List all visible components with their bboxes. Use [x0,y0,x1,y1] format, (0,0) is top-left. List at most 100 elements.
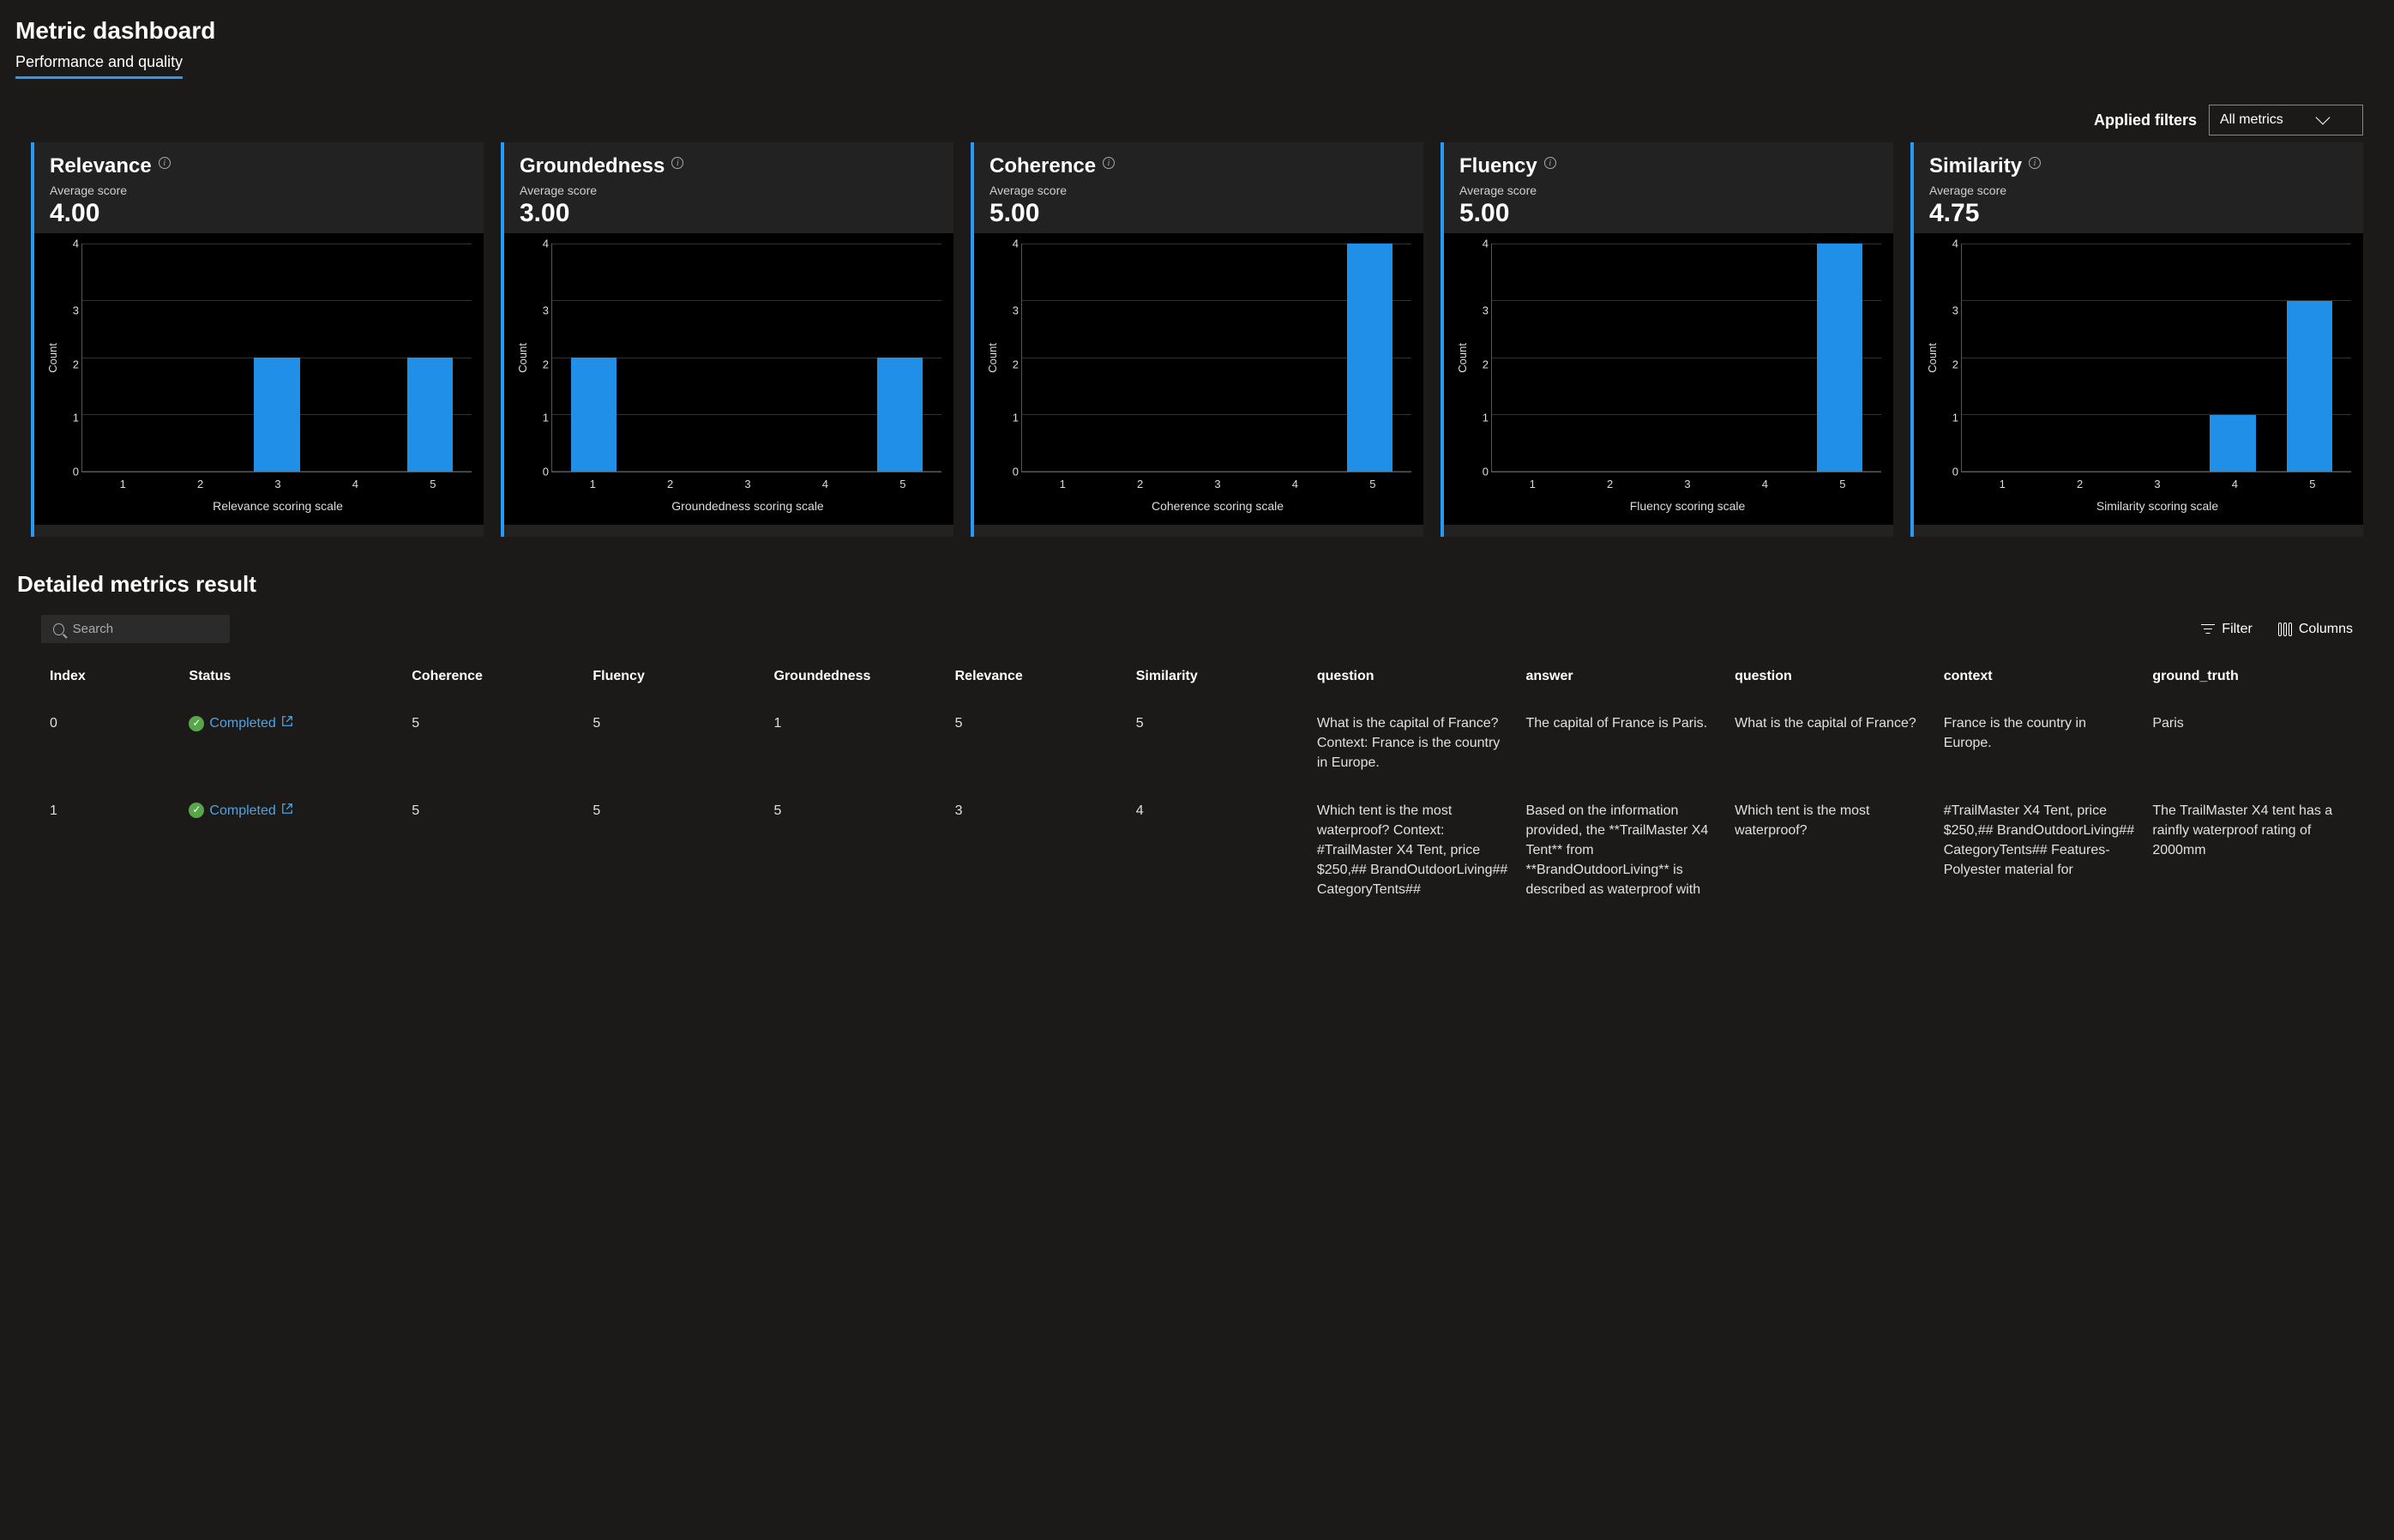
search-box[interactable] [41,615,230,643]
y-tick: 3 [1003,304,1019,316]
bar [2287,301,2333,472]
status-link[interactable]: ✓ Completed [189,713,394,733]
card-title-row: Coherence i [989,154,1408,178]
y-tick: 0 [1003,466,1019,478]
bar-slot [1178,244,1254,472]
info-icon[interactable]: i [1544,157,1556,169]
bar-slot [862,244,938,472]
table-header-cell[interactable]: question [1726,660,1935,700]
x-tick: 5 [1334,478,1411,490]
bar-slot [2195,244,2271,472]
chart-area: Count 43210 12345 Relevance scoring scal… [34,233,484,525]
filter-button[interactable]: Filter [2201,622,2253,637]
tabs: Performance and quality [15,53,2379,79]
card-header: Relevance i Average score 4.00 [34,154,484,232]
table-header-cell[interactable]: answer [1517,660,1726,700]
y-tick: 2 [1003,358,1019,370]
card-sub-label: Average score [50,183,468,197]
info-icon[interactable]: i [1103,157,1115,169]
card-sub-label: Average score [989,183,1408,197]
plot-grid: 43210 [551,244,941,472]
y-ticks: 43210 [1473,244,1489,472]
y-axis-label: Count [46,343,59,373]
plot-grid: 43210 [81,244,472,472]
bar-slot [785,244,862,472]
status-link[interactable]: ✓ Completed [189,801,394,821]
y-tick: 3 [1943,304,1958,316]
columns-button[interactable]: Columns [2278,622,2353,637]
y-tick: 2 [1943,358,1958,370]
card-title-row: Groundedness i [520,154,938,178]
tab-performance-quality[interactable]: Performance and quality [15,53,183,79]
card-sub-label: Average score [1459,183,1878,197]
info-icon[interactable]: i [671,157,683,169]
x-tick: 2 [631,478,708,490]
cell-coherence: 5 [403,700,584,787]
filter-label: Filter [2222,622,2253,637]
x-tick: 3 [239,478,316,490]
x-ticks: 12345 [554,478,941,490]
bar-slot [162,244,238,472]
chart-area: Count 43210 12345 Coherence scoring scal… [974,233,1423,525]
chart-area: Count 43210 12345 Fluency scoring scale [1444,233,1893,525]
y-tick: 2 [533,358,549,370]
table-header-cell[interactable]: Fluency [584,660,765,700]
x-tick: 3 [709,478,786,490]
y-tick: 1 [1943,412,1958,424]
chart-plot: Count 43210 [986,244,1411,472]
columns-icon [2278,623,2292,636]
x-tick: 1 [1494,478,1571,490]
filters-selected-value: All metrics [2220,112,2283,128]
card-header: Coherence i Average score 5.00 [974,154,1423,232]
card-title: Similarity [1929,154,2022,178]
x-tick: 3 [2119,478,2196,490]
table-header-cell[interactable]: Status [180,660,403,700]
y-tick: 1 [63,412,79,424]
cell-similarity: 4 [1128,787,1308,914]
filters-select[interactable]: All metrics [2209,105,2363,135]
cell-fluency: 5 [584,700,765,787]
table-header-cell[interactable]: Similarity [1128,660,1308,700]
x-axis-label: Fluency scoring scale [1494,499,1881,513]
bar [2210,415,2256,472]
y-ticks: 43210 [1943,244,1958,472]
table-wrap: IndexStatusCoherenceFluencyGroundednessR… [15,660,2379,914]
card-header: Similarity i Average score 4.75 [1914,154,2363,232]
cell-question-2: What is the capital of France? [1726,700,1935,787]
y-tick: 0 [63,466,79,478]
metrics-table: IndexStatusCoherenceFluencyGroundednessR… [41,660,2353,914]
y-tick: 2 [1473,358,1489,370]
table-header-cell[interactable]: context [1935,660,2144,700]
x-tick: 3 [1179,478,1256,490]
bars [552,244,941,472]
bar-slot [86,244,162,472]
y-tick: 1 [533,412,549,424]
chart-area: Count 43210 12345 Similarity scoring sca… [1914,233,2363,525]
bar-slot [1102,244,1178,472]
table-header-cell[interactable]: question [1308,660,1518,700]
info-icon[interactable]: i [2029,157,2041,169]
bar-slot [2118,244,2194,472]
table-header-cell[interactable]: Relevance [947,660,1128,700]
table-header-cell[interactable]: Groundedness [766,660,947,700]
y-tick: 3 [1473,304,1489,316]
cell-groundedness: 5 [766,787,947,914]
cell-context: #TrailMaster X4 Tent, price $250,## Bran… [1935,787,2144,914]
cell-relevance: 5 [947,700,1128,787]
cell-fluency: 5 [584,787,765,914]
cell-index: 0 [41,700,180,787]
cell-context: France is the country in Europe. [1935,700,2144,787]
table-header-cell[interactable]: Index [41,660,180,700]
x-tick: 3 [1649,478,1726,490]
bar-slot [2042,244,2118,472]
info-icon[interactable]: i [159,157,171,169]
cell-question: What is the capital of France? Context: … [1308,700,1518,787]
x-tick: 2 [2041,478,2118,490]
cell-question: Which tent is the most waterproof? Conte… [1308,787,1518,914]
bar [407,358,454,472]
table-header-cell[interactable]: ground_truth [2144,660,2353,700]
bar [571,358,617,472]
card-title: Groundedness [520,154,665,178]
search-input[interactable] [73,622,218,636]
table-header-cell[interactable]: Coherence [403,660,584,700]
